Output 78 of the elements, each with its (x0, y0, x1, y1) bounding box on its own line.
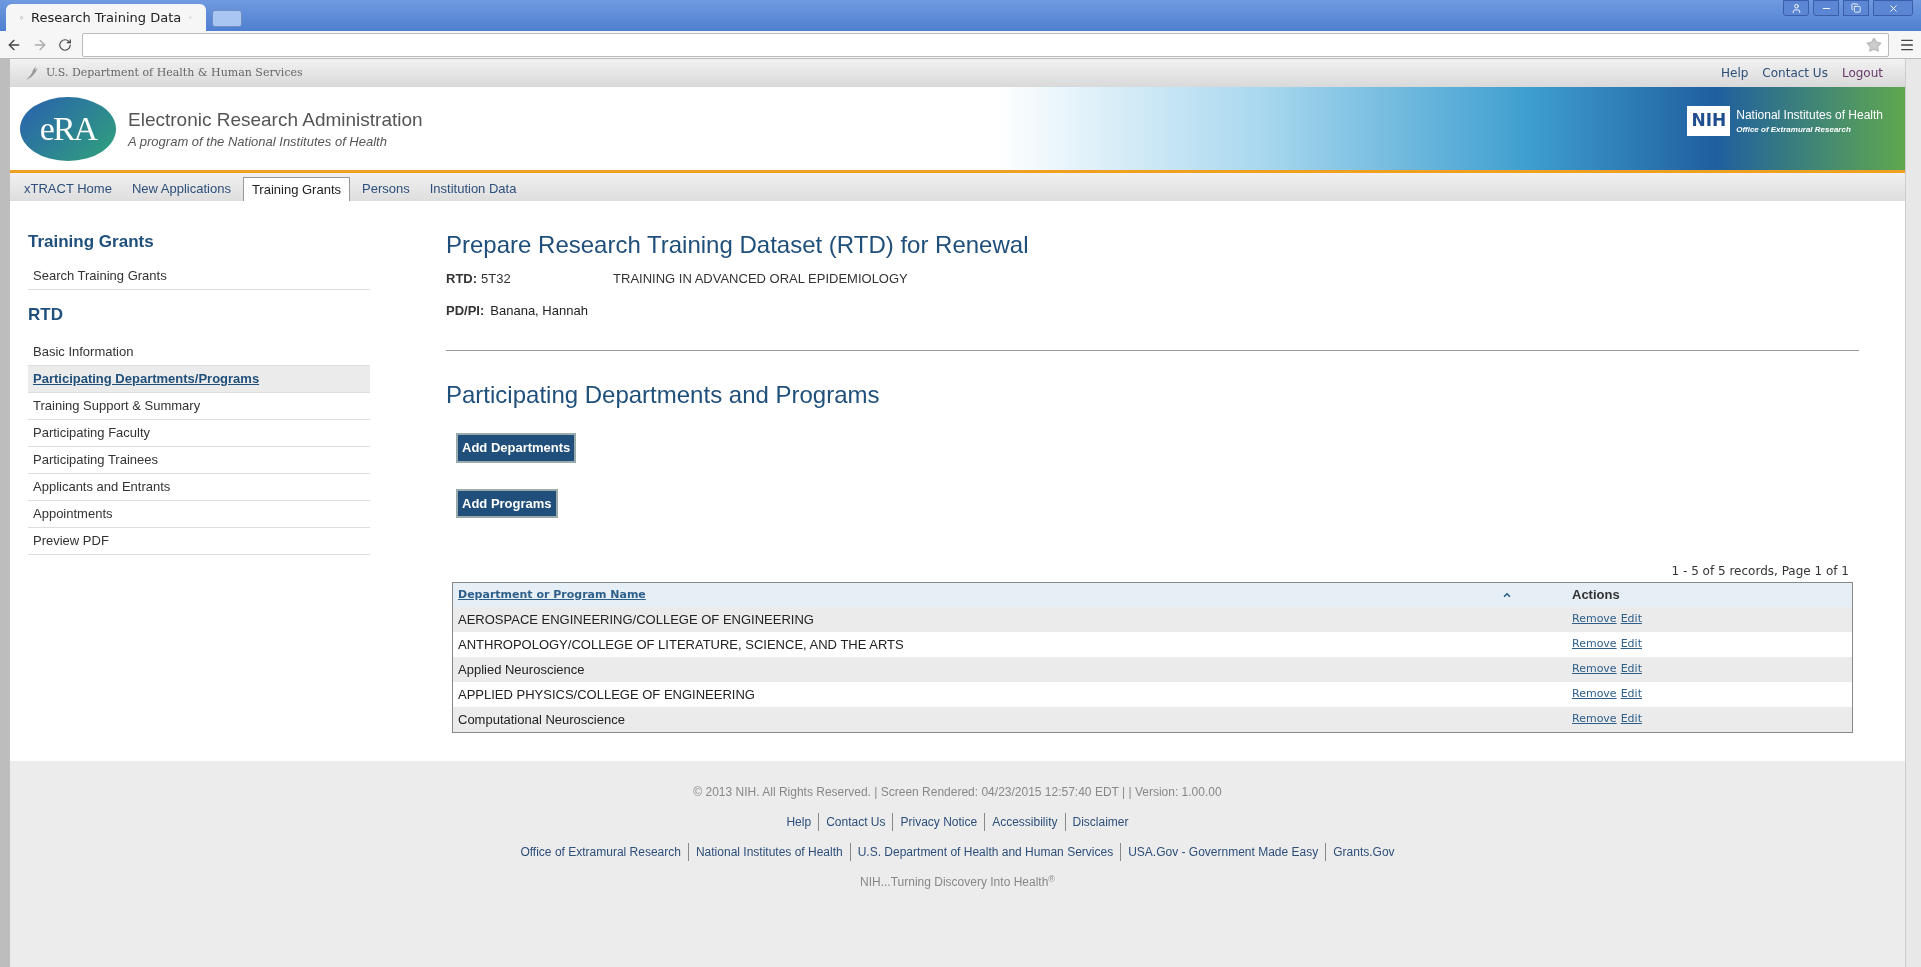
footer-link[interactable]: USA.Gov - Government Made Easy (1120, 843, 1326, 861)
copyright-text: © 2013 NIH. All Rights Reserved. | Screen Rendered: 04/23/2015 12:57:40 EDT | | Version: 1.00.00 (693, 784, 1222, 801)
profile-button[interactable] (1783, 0, 1809, 16)
era-logo: eRA (20, 96, 116, 161)
restore-button[interactable] (1843, 0, 1869, 16)
footer-link[interactable]: Office of Extramural Research (513, 843, 688, 861)
table-cell-text: AEROSPACE ENGINEERING/COLLEGE OF ENGINEERING (458, 610, 815, 629)
tab-title: Research Training Data (31, 8, 182, 27)
sidebar-heading: Training Grants (28, 231, 155, 253)
rtd-label: RTD: (446, 270, 478, 288)
reload-icon[interactable] (58, 37, 72, 52)
address-field[interactable] (82, 32, 1889, 57)
person-icon (1790, 2, 1802, 14)
close-window-button[interactable] (1873, 0, 1913, 16)
sidebar-item[interactable]: Participating Faculty (28, 420, 370, 447)
star-icon[interactable] (1866, 36, 1882, 53)
footer-link[interactable]: Grants.Gov (1325, 843, 1402, 861)
action-link[interactable]: Remove (1572, 636, 1617, 653)
scrollbar[interactable] (1905, 59, 1921, 967)
footer-link[interactable]: Privacy Notice (892, 813, 985, 831)
table-cell-text: ANTHROPOLOGY/COLLEGE OF LITERATURE, SCIENCE, AND THE ARTS (458, 635, 905, 654)
page-title: Prepare Research Training Dataset (RTD) for Renewal (446, 230, 1030, 260)
nih-title: National Institutes of Health (1736, 106, 1883, 124)
table-cell-text: APPLIED PHYSICS/COLLEGE OF ENGINEERING (458, 685, 756, 704)
section-title: Participating Departments and Programs (446, 380, 881, 410)
site-title: Electronic Research Administration (128, 108, 424, 132)
nav-tab[interactable]: New Applications (123, 177, 239, 201)
footer-link[interactable]: U.S. Department of Health and Human Services (849, 843, 1121, 861)
action-link[interactable]: Remove (1572, 686, 1617, 703)
nav-tab[interactable]: Training Grants (242, 177, 350, 201)
action-link[interactable]: Remove (1572, 611, 1617, 628)
add-button[interactable]: Add Departments (456, 433, 577, 463)
gov-bar-title: U.S. Department of Health & Human Services (46, 64, 304, 81)
action-link[interactable]: Edit (1620, 686, 1642, 703)
header-link[interactable]: Help (1721, 64, 1749, 82)
footer-link[interactable]: National Institutes of Health (687, 843, 850, 861)
footer-link[interactable]: Contact Us (818, 813, 893, 831)
table-cell-text: Applied Neuroscience (458, 660, 586, 679)
footer-link[interactable]: Help (779, 813, 819, 831)
pi-label: PD/PI: (446, 301, 485, 320)
table-cell-text: Computational Neuroscience (458, 710, 626, 729)
action-link[interactable]: Remove (1572, 661, 1617, 678)
minimize-button[interactable] (1813, 0, 1839, 16)
column-header: Actions (1572, 586, 1621, 605)
footer-link[interactable]: Accessibility (984, 813, 1065, 831)
restore-icon (1851, 3, 1861, 13)
nav-tab[interactable]: Institution Data (421, 177, 525, 201)
browser-tab[interactable]: Research Training Data (6, 4, 206, 31)
tagline: NIH...Turning Discovery Into Health$^{®}$ (860, 873, 1055, 891)
rtd-value: 5T32 (481, 270, 512, 288)
new-tab-button[interactable] (212, 10, 242, 27)
nav-tab[interactable]: Persons (354, 177, 418, 201)
sidebar-item[interactable]: Appointments (28, 501, 370, 528)
records-summary: 1 - 5 of 5 records, Page 1 of 1 (1671, 563, 1849, 580)
sort-ascending-icon[interactable] (1502, 590, 1512, 600)
action-link[interactable]: Remove (1572, 711, 1617, 728)
nih-logo: NIH (1687, 105, 1731, 136)
footer-link[interactable]: Disclaimer (1064, 813, 1136, 831)
sidebar-item[interactable]: Applicants and Entrants (28, 474, 370, 501)
action-link[interactable]: Edit (1620, 661, 1642, 678)
add-button[interactable]: Add Programs (456, 488, 558, 518)
column-header[interactable]: Department or Program Name (458, 586, 1502, 604)
nav-tab[interactable]: xTRACT Home (16, 177, 120, 201)
sidebar-item[interactable]: Search Training Grants (28, 262, 370, 290)
rtd-name: TRAINING IN ADVANCED ORAL EPIDEMIOLOGY (613, 270, 908, 288)
nih-subtitle: Office of Extramural Research (1736, 123, 1852, 136)
action-link[interactable]: Edit (1620, 611, 1642, 628)
sidebar-item[interactable]: Training Support & Summary (28, 393, 370, 420)
sidebar-item[interactable]: Participating Departments/Programs (28, 366, 370, 393)
action-link[interactable]: Edit (1620, 711, 1642, 728)
action-link[interactable]: Edit (1620, 636, 1642, 653)
pi-value: Banana, Hannah (490, 301, 588, 320)
site-subtitle: A program of the National Institutes of Health (128, 132, 388, 151)
header-link[interactable]: Logout (1841, 64, 1883, 82)
sidebar-section-title: RTD (28, 303, 64, 326)
sidebar-item[interactable]: Participating Trainees (28, 447, 370, 474)
sidebar-item[interactable]: Preview PDF (28, 528, 370, 555)
header-link[interactable]: Contact Us (1762, 64, 1828, 82)
